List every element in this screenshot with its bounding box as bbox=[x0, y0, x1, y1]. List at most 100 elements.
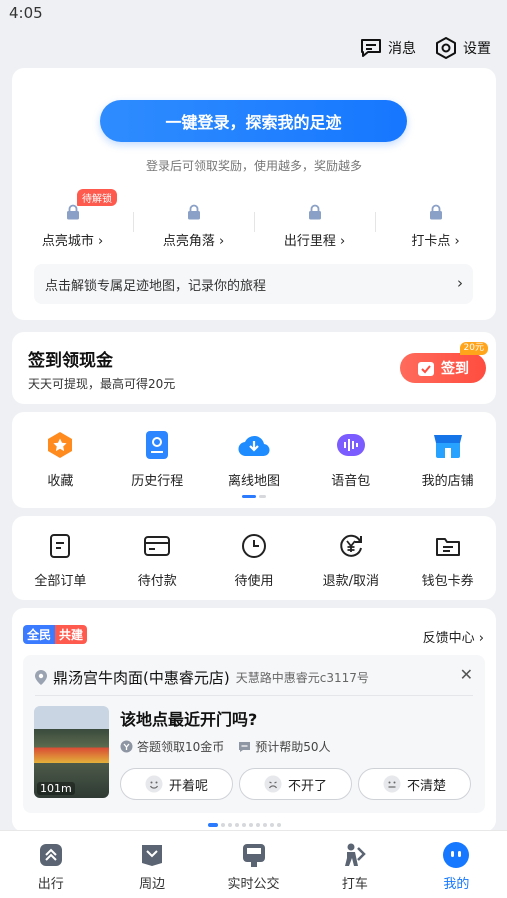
neutral-face-icon bbox=[383, 775, 401, 793]
poi-header[interactable]: 鼎汤宫牛肉面(中惠睿元店) 天慧路中惠睿元c3117号 bbox=[35, 667, 369, 688]
stat-lit-corners[interactable]: 点亮角落 › bbox=[133, 196, 254, 252]
stat-label: 点亮城市 › bbox=[41, 234, 104, 249]
profile-icon bbox=[443, 842, 470, 868]
stat-label: 打卡点 › bbox=[411, 234, 460, 249]
answer-options: 开着呢 不开了 不清楚 bbox=[120, 768, 471, 800]
close-icon[interactable]: ✕ bbox=[460, 665, 473, 684]
page-dot bbox=[235, 823, 239, 827]
stat-label: 点亮角落 › bbox=[162, 234, 225, 249]
taxi-icon bbox=[344, 843, 366, 866]
clock-icon bbox=[241, 534, 266, 558]
checkin-button-label: 签到 bbox=[441, 361, 469, 377]
order-label: 全部订单 bbox=[34, 574, 87, 589]
gear-icon bbox=[436, 37, 456, 59]
checkin-button[interactable]: 签到 bbox=[400, 353, 486, 383]
wallet-icon bbox=[435, 538, 460, 556]
reward-info: 答题领取10金币 bbox=[120, 738, 224, 755]
order-to-use[interactable]: 待使用 bbox=[206, 516, 303, 589]
tag-right: 共建 bbox=[55, 625, 88, 644]
tool-label: 语音包 bbox=[331, 474, 371, 489]
status-time: 4:05 bbox=[9, 4, 43, 22]
calendar-check-icon bbox=[418, 362, 434, 376]
settings-label: 设置 bbox=[463, 41, 491, 57]
option-label: 不清楚 bbox=[406, 778, 446, 794]
reward-badge: 20元 bbox=[459, 342, 488, 355]
to-unlock-badge: 待解锁 bbox=[77, 189, 117, 206]
help-text: 预计帮助50人 bbox=[255, 740, 331, 754]
smile-face-icon bbox=[145, 775, 163, 793]
nav-mine[interactable]: 我的 bbox=[406, 831, 507, 898]
tools-page-indicator bbox=[242, 495, 266, 498]
location-pin-icon bbox=[35, 670, 47, 685]
checkin-title: 签到领现金 bbox=[28, 351, 113, 371]
order-pending-payment[interactable]: 待付款 bbox=[109, 516, 206, 589]
message-icon bbox=[361, 39, 381, 57]
lock-icon bbox=[187, 204, 200, 220]
tool-history[interactable]: 历史行程 bbox=[109, 412, 206, 489]
tag-left: 全民 bbox=[23, 625, 56, 644]
stat-lit-cities[interactable]: 待解锁 点亮城市 › bbox=[12, 189, 133, 252]
bus-icon bbox=[242, 844, 265, 867]
stat-mileage[interactable]: 出行里程 › bbox=[254, 196, 375, 252]
page-dot bbox=[259, 495, 266, 498]
tip-text: 点击解锁专属足迹地图，记录你的旅程 bbox=[45, 278, 267, 294]
chevron-right-icon: › bbox=[457, 274, 463, 292]
tools-card: 收藏 历史行程 离线地图 语音包 我的店铺 bbox=[12, 412, 496, 508]
order-label: 待使用 bbox=[234, 574, 274, 589]
poi-photo[interactable]: 101m bbox=[34, 706, 109, 798]
order-wallet[interactable]: 钱包卡券 bbox=[399, 516, 496, 589]
coin-icon bbox=[120, 740, 133, 753]
nav-realtime-bus[interactable]: 实时公交 bbox=[203, 831, 304, 898]
login-card: 一键登录，探索我的足迹 登录后可领取奖励，使用越多，奖励越多 待解锁 点亮城市 … bbox=[12, 68, 496, 320]
cloud-download-icon bbox=[238, 435, 270, 457]
nav-travel[interactable]: 出行 bbox=[0, 831, 101, 898]
nav-taxi[interactable]: 打车 bbox=[304, 831, 405, 898]
order-label: 钱包卡券 bbox=[421, 574, 474, 589]
crowdsource-tag: 全民 共建 bbox=[23, 625, 88, 644]
order-all[interactable]: 全部订单 bbox=[12, 516, 109, 589]
poi-name: 鼎汤宫牛肉面(中惠睿元店) bbox=[53, 669, 230, 687]
option-label: 开着呢 bbox=[168, 778, 208, 794]
tool-offline-map[interactable]: 离线地图 bbox=[206, 412, 303, 489]
nav-label: 周边 bbox=[139, 877, 166, 892]
page-dot bbox=[256, 823, 260, 827]
poi-distance: 101m bbox=[37, 782, 75, 795]
page-dot bbox=[242, 823, 246, 827]
page-dot-active bbox=[208, 823, 218, 827]
nearby-icon bbox=[142, 845, 163, 866]
feedback-center-link[interactable]: 反馈中心 › bbox=[423, 627, 484, 646]
tool-voice-pack[interactable]: 语音包 bbox=[302, 412, 399, 489]
unlock-footprint-map-row[interactable]: 点击解锁专属足迹地图，记录你的旅程 › bbox=[34, 264, 473, 304]
page-dot bbox=[270, 823, 274, 827]
nav-label: 打车 bbox=[341, 877, 368, 892]
orders-card: 全部订单 待付款 待使用 退款/取消 钱包卡券 bbox=[12, 516, 496, 600]
reward-text: 答题领取10金币 bbox=[137, 740, 225, 754]
tool-label: 历史行程 bbox=[131, 474, 184, 489]
page-dot bbox=[228, 823, 232, 827]
help-info: 预计帮助50人 bbox=[238, 738, 331, 755]
nav-label: 我的 bbox=[443, 877, 470, 892]
page-dot-active bbox=[242, 495, 256, 498]
one-click-login-button[interactable]: 一键登录，探索我的足迹 bbox=[100, 100, 407, 142]
tool-my-shop[interactable]: 我的店铺 bbox=[399, 412, 496, 489]
poi-meta: 答题领取10金币 预计帮助50人 bbox=[120, 738, 331, 755]
order-refund[interactable]: 退款/取消 bbox=[302, 516, 399, 589]
top-bar: 消息 设置 bbox=[359, 36, 491, 60]
voice-pack-icon bbox=[336, 434, 365, 456]
shop-icon bbox=[433, 435, 462, 458]
nav-nearby[interactable]: 周边 bbox=[101, 831, 202, 898]
tool-favorites[interactable]: 收藏 bbox=[12, 412, 109, 489]
option-label: 不开了 bbox=[287, 778, 327, 794]
page-dot bbox=[249, 823, 253, 827]
messages-label: 消息 bbox=[388, 41, 416, 57]
nav-label: 实时公交 bbox=[227, 877, 280, 892]
messages-button[interactable]: 消息 bbox=[359, 37, 416, 59]
answer-closed-button[interactable]: 不开了 bbox=[239, 768, 352, 800]
tool-label: 离线地图 bbox=[227, 474, 280, 489]
answer-open-button[interactable]: 开着呢 bbox=[120, 768, 233, 800]
nav-label: 出行 bbox=[37, 877, 64, 892]
settings-button[interactable]: 设置 bbox=[434, 36, 491, 60]
lock-icon bbox=[308, 204, 321, 220]
stat-checkin-points[interactable]: 打卡点 › bbox=[375, 196, 496, 252]
answer-unsure-button[interactable]: 不清楚 bbox=[358, 768, 471, 800]
